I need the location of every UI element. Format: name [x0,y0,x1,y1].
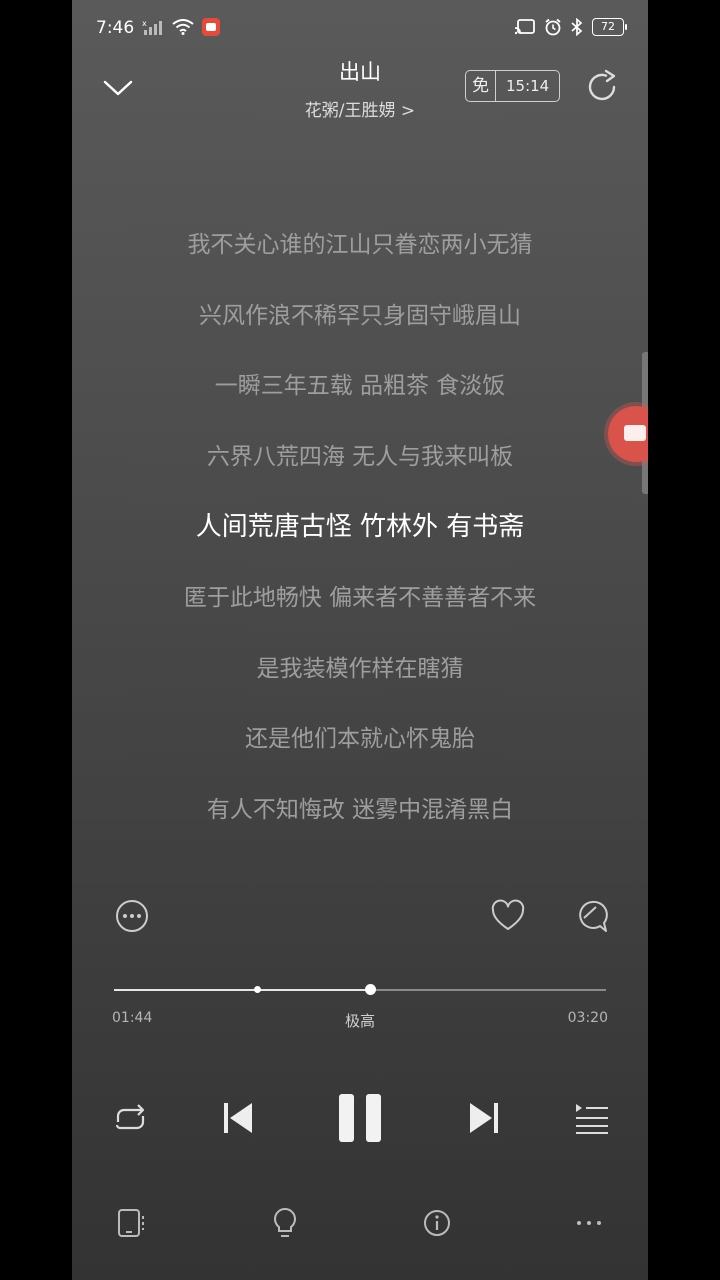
cast-icon [515,19,535,35]
previous-icon [224,1103,252,1133]
progress-thumb[interactable] [364,984,376,995]
like-button[interactable] [490,898,526,934]
ellipsis-icon [577,1221,601,1225]
info-icon [424,1210,450,1236]
heart-icon [491,899,525,930]
battery-indicator: 72 [592,18,627,36]
previous-button[interactable] [218,1096,258,1140]
pause-icon [339,1094,381,1142]
free-time: 15:14 [506,77,550,95]
next-button[interactable] [464,1096,504,1140]
svg-text:x: x [142,19,147,28]
device-icon [118,1209,144,1237]
comment-icon [579,900,608,932]
lyrics-panel[interactable]: 我不关心谁的江山只眷恋两小无猜 兴风作浪不稀罕只身固守峨眉山 一瞬三年五载 品粗茶 … [72,220,648,855]
artist-link[interactable]: 花粥/王胜娚 > [72,96,648,121]
status-bar: 7:46 x 72 [72,0,648,56]
player-header: 出山 花粥/王胜娚 > 免 15:14 [72,50,648,130]
screen-record-icon [202,18,220,36]
lyric-line[interactable]: 兴风作浪不稀罕只身固守峨眉山 [72,291,648,362]
progress-fill [114,989,370,991]
status-left-icons: x [142,18,220,36]
comment-button[interactable] [574,898,610,934]
menu-button[interactable] [572,1206,606,1240]
info-button[interactable] [420,1206,454,1240]
song-title: 出山 [339,60,381,84]
lyric-line[interactable]: 匿于此地畅快 偏来者不善善者不来 [72,573,648,644]
music-player-screen: 7:46 x 72 出山 花粥/王胜娚 > 免 15:14 我不关心谁的江山只眷… [72,0,648,1280]
playlist-button[interactable] [572,1098,612,1138]
share-button[interactable] [584,68,622,106]
lyric-line-current[interactable]: 人间荒唐古怪 竹林外 有书斋 [72,502,648,573]
more-options-button[interactable] [114,898,150,934]
repeat-icon [115,1104,145,1130]
playlist-icon [576,1104,608,1134]
lyric-line[interactable]: 我不关心谁的江山只眷恋两小无猜 [72,220,648,291]
share-icon [588,69,616,101]
pause-button[interactable] [336,1092,384,1144]
progress-bar[interactable] [114,980,606,1000]
signal-icon: x [142,19,162,35]
free-label: 免 [466,71,496,101]
bluetooth-icon [571,18,583,36]
free-listen-badge[interactable]: 免 15:14 [465,70,561,102]
quality-selector[interactable]: 极高 [72,1010,648,1031]
lyric-line[interactable]: 是我装模作样在瞎猜 [72,644,648,715]
total-time: 03:20 [567,1010,608,1026]
repeat-button[interactable] [110,1098,150,1138]
lyric-line[interactable]: 六界八荒四海 无人与我来叫板 [72,432,648,503]
next-icon [470,1103,498,1133]
status-right-icons: 72 [515,18,627,36]
lightbulb-icon [274,1207,296,1237]
wifi-icon [172,19,194,35]
tip-button[interactable] [268,1206,302,1240]
status-time: 7:46 [96,18,135,38]
lyric-line[interactable]: 一瞬三年五载 品粗茶 食淡饭 [72,361,648,432]
alarm-icon [545,18,561,36]
lyric-line[interactable]: 有人不知悔改 迷雾中混淆黑白 [72,785,648,856]
more-circle-icon [116,900,148,932]
device-button[interactable] [114,1206,148,1240]
lyric-line[interactable]: 还是他们本就心怀鬼胎 [72,714,648,785]
buffer-marker [253,986,261,993]
